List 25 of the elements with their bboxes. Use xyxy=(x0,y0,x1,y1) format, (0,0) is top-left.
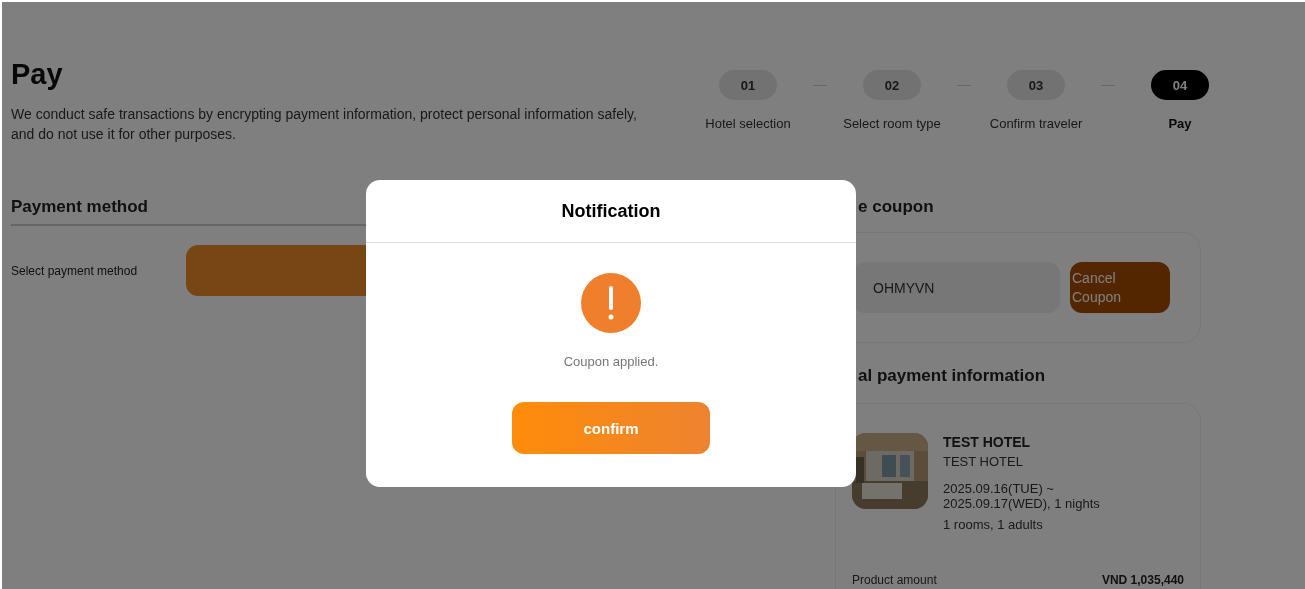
field-label: Select payment method xyxy=(11,263,139,278)
step-label: Select room type xyxy=(843,116,941,131)
section-heading: al payment information xyxy=(858,365,1047,387)
confirm-button[interactable]: confirm xyxy=(512,402,710,454)
step-label: Confirm traveler xyxy=(989,116,1083,131)
amount-label: Product amount xyxy=(852,573,937,587)
page-description: We conduct safe transactions by encrypting payment information, protect personal information safely, and do not use it for other purposes. xyxy=(11,105,638,144)
page-title: Pay xyxy=(11,58,64,91)
step-number: 01 xyxy=(719,70,777,100)
step-label: Hotel selection xyxy=(705,116,791,131)
stay-dates: 2025.09.16(TUE) ~ 2025.09.17(WED), 1 nights xyxy=(943,481,1101,511)
amount-value: VND 1,035,440 xyxy=(1101,573,1184,587)
guest-count: 1 rooms, 1 adults xyxy=(943,517,1044,532)
dialog-message: Coupon applied. xyxy=(563,354,659,369)
dialog-title: Notification xyxy=(561,200,661,222)
coupon-code-field[interactable]: OHMYVN xyxy=(853,262,1060,313)
section-heading: e coupon xyxy=(858,196,935,218)
step-label: Pay xyxy=(1168,116,1192,131)
hotel-name: TEST HOTEL xyxy=(943,435,1032,450)
cancel-coupon-button[interactable]: Cancel Coupon xyxy=(1070,262,1170,313)
step-number: 04 xyxy=(1151,70,1209,100)
hotel-subtitle: TEST HOTEL xyxy=(943,454,1024,469)
step-number: 02 xyxy=(863,70,921,100)
exclamation-icon xyxy=(581,273,641,333)
step-number: 03 xyxy=(1007,70,1065,100)
